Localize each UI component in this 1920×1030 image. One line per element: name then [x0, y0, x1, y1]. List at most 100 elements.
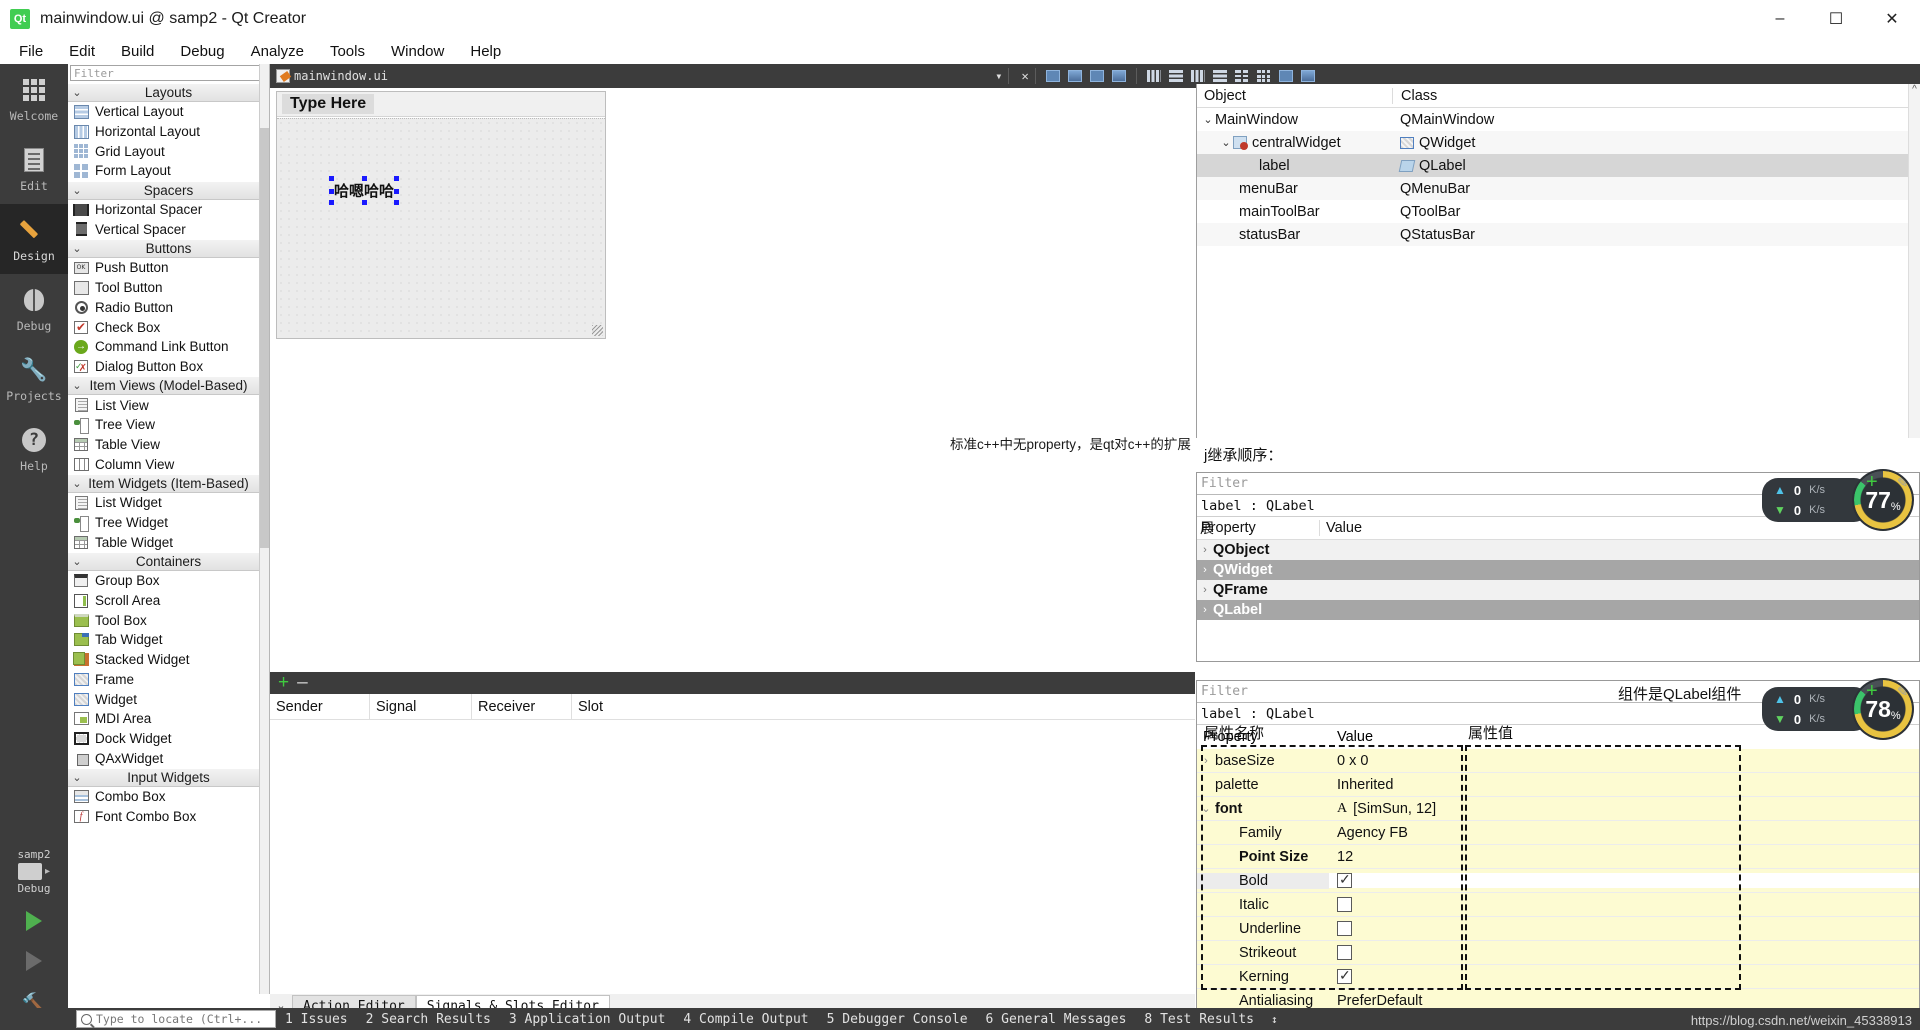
property-group-qobject[interactable]: › QObject [1197, 540, 1919, 560]
widget-item-tab-widget[interactable]: Tab Widget [68, 630, 269, 650]
table-row[interactable]: statusBar QStatusBar [1197, 223, 1920, 246]
widget-item-font-combo-box[interactable]: f Font Combo Box [68, 807, 269, 827]
widget-item-dialog-button-box[interactable]: ✓ Dialog Button Box [68, 357, 269, 377]
layout-splitter-h-icon[interactable] [1188, 67, 1208, 85]
property-checkbox-underline[interactable] [1337, 921, 1352, 936]
property-group-qframe[interactable]: › QFrame [1197, 580, 1919, 600]
widget-category-item-widgets-item-based[interactable]: ⌄ Item Widgets (Item-Based) [68, 474, 269, 493]
mode-edit[interactable]: Edit [0, 134, 68, 204]
network-speed-widget-1[interactable]: ▲ 0 K/s ▼ 0 K/s + ✎ 77 % [1762, 469, 1914, 531]
minimize-button[interactable]: – [1752, 0, 1808, 38]
widget-item-frame[interactable]: Frame [68, 670, 269, 690]
cpu-usage-ring[interactable]: + ✎ 78 % [1852, 678, 1914, 740]
widget-item-qaxwidget[interactable]: QAxWidget [68, 748, 269, 768]
widget-category-buttons[interactable]: ⌄ Buttons [68, 239, 269, 259]
widget-item-vertical-spacer[interactable]: Vertical Spacer [68, 219, 269, 239]
widget-item-mdi-area[interactable]: MDI Area [68, 709, 269, 729]
break-layout-icon[interactable] [1276, 67, 1296, 85]
search-input[interactable]: Type to locate (Ctrl+... [76, 1010, 276, 1028]
property-row-antialiasing[interactable]: Antialiasing PreferDefault [1197, 989, 1919, 1009]
widget-item-combo-box[interactable]: Combo Box [68, 787, 269, 807]
widget-item-vertical-layout[interactable]: Vertical Layout [68, 102, 269, 122]
chevron-down-icon[interactable]: ⌄ [68, 184, 86, 197]
maximize-button[interactable]: ☐ [1808, 0, 1864, 38]
property-row-palette[interactable]: palette Inherited [1197, 773, 1919, 797]
widget-item-check-box[interactable]: ✔ Check Box [68, 317, 269, 337]
menu-window[interactable]: Window [378, 41, 457, 62]
menu-tools[interactable]: Tools [317, 41, 378, 62]
property-row-font[interactable]: ⌄ font A [SimSun, 12] [1197, 797, 1919, 821]
layout-form-icon[interactable] [1232, 67, 1252, 85]
close-document-button[interactable]: ✕ [1021, 69, 1028, 83]
signals-slots-table[interactable]: Sender Signal Receiver Slot [270, 693, 1195, 974]
designed-main-window[interactable]: Type Here 哈嗯哈哈 [276, 91, 606, 339]
widget-category-layouts[interactable]: ⌄ Layouts [68, 83, 269, 102]
form-menu-bar[interactable]: Type Here [277, 92, 605, 117]
mode-debug[interactable]: Debug [0, 274, 68, 344]
form-label-widget[interactable]: 哈嗯哈哈 [329, 176, 400, 205]
property-checkbox-bold[interactable] [1337, 871, 1352, 888]
menu-build[interactable]: Build [108, 41, 167, 62]
widget-item-tool-box[interactable]: Tool Box [68, 610, 269, 630]
form-design-canvas[interactable]: Type Here 哈嗯哈哈 标准c++中无property，是qt对c++的扩… [270, 88, 1195, 668]
output-pane-general-messages[interactable]: 6 General Messages [977, 1012, 1136, 1027]
output-pane-compile-output[interactable]: 4 Compile Output [674, 1012, 817, 1027]
edit-signals-slots-icon[interactable] [1065, 67, 1085, 85]
output-pane-updown-icon[interactable]: ↕ [1263, 1013, 1286, 1026]
table-row[interactable]: ⌄ MainWindow QMainWindow [1197, 108, 1920, 131]
menu-edit[interactable]: Edit [56, 41, 108, 62]
kit-selector[interactable]: samp2 ▸ Debug 🔨 [0, 846, 68, 1030]
widget-item-group-box[interactable]: Group Box [68, 571, 269, 591]
edit-buddies-icon[interactable] [1087, 67, 1107, 85]
property-group-qwidget[interactable]: › QWidget [1197, 560, 1919, 580]
widget-item-grid-layout[interactable]: Grid Layout [68, 141, 269, 161]
form-central-widget[interactable]: 哈嗯哈哈 [277, 118, 605, 338]
run-button[interactable] [0, 911, 68, 931]
chevron-down-icon[interactable]: ⌄ [68, 242, 86, 255]
plus-icon[interactable]: + [1866, 680, 1878, 703]
mode-design[interactable]: Design [0, 204, 68, 274]
property-row-kerning[interactable]: Kerning [1197, 965, 1919, 989]
mode-welcome[interactable]: Welcome [0, 64, 68, 134]
widget-item-table-view[interactable]: Table View [68, 435, 269, 455]
property-row-strikeout[interactable]: Strikeout [1197, 941, 1919, 965]
property-row-underline[interactable]: Underline [1197, 917, 1919, 941]
widget-item-scroll-area[interactable]: Scroll Area [68, 591, 269, 611]
widget-item-list-view[interactable]: List View [68, 395, 269, 415]
property-checkbox-italic[interactable] [1337, 897, 1352, 912]
widget-item-tree-view[interactable]: Tree View [68, 415, 269, 435]
layout-splitter-v-icon[interactable] [1210, 67, 1230, 85]
widget-item-stacked-widget[interactable]: Stacked Widget [68, 650, 269, 670]
add-connection-button[interactable]: + [278, 673, 289, 692]
menu-debug[interactable]: Debug [167, 41, 237, 62]
property-row-family[interactable]: Family Agency FB [1197, 821, 1919, 845]
widget-box-filter-input[interactable]: Filter [70, 65, 267, 81]
debug-button[interactable] [0, 951, 68, 971]
widget-category-containers[interactable]: ⌄ Containers [68, 552, 269, 572]
form-resize-grip[interactable] [592, 325, 603, 336]
chevron-right-icon[interactable]: › [1197, 604, 1213, 616]
adjust-size-icon[interactable] [1298, 67, 1318, 85]
widget-item-radio-button[interactable]: Radio Button [68, 298, 269, 318]
target-selector-icon[interactable]: ▸ [0, 863, 68, 880]
output-pane-search-results[interactable]: 2 Search Results [357, 1012, 500, 1027]
property-group-qlabel[interactable]: › QLabel [1197, 600, 1919, 620]
layout-horizontally-icon[interactable] [1144, 67, 1164, 85]
widget-category-input-widgets[interactable]: ⌄ Input Widgets [68, 767, 269, 787]
menu-analyze[interactable]: Analyze [238, 41, 317, 62]
widget-item-widget[interactable]: Widget [68, 689, 269, 709]
output-pane-debugger-console[interactable]: 5 Debugger Console [818, 1012, 977, 1027]
type-here-placeholder[interactable]: Type Here [282, 94, 375, 114]
widget-item-tool-button[interactable]: Tool Button [68, 278, 269, 298]
edit-widgets-icon[interactable] [1043, 67, 1063, 85]
mode-help[interactable]: ? Help [0, 414, 68, 484]
widget-item-horizontal-spacer[interactable]: Horizontal Spacer [68, 200, 269, 220]
chevron-down-icon[interactable]: ⌄ [68, 771, 86, 784]
close-button[interactable]: ✕ [1864, 0, 1920, 38]
chevron-down-icon[interactable]: ⌄ [68, 555, 86, 568]
menu-help[interactable]: Help [457, 41, 514, 62]
widget-item-list-widget[interactable]: List Widget [68, 493, 269, 513]
chevron-down-icon[interactable]: ⌄ [1219, 136, 1233, 149]
chevron-down-icon[interactable]: ⌄ [1197, 802, 1215, 815]
chevron-down-icon[interactable]: ⌄ [1201, 113, 1215, 126]
